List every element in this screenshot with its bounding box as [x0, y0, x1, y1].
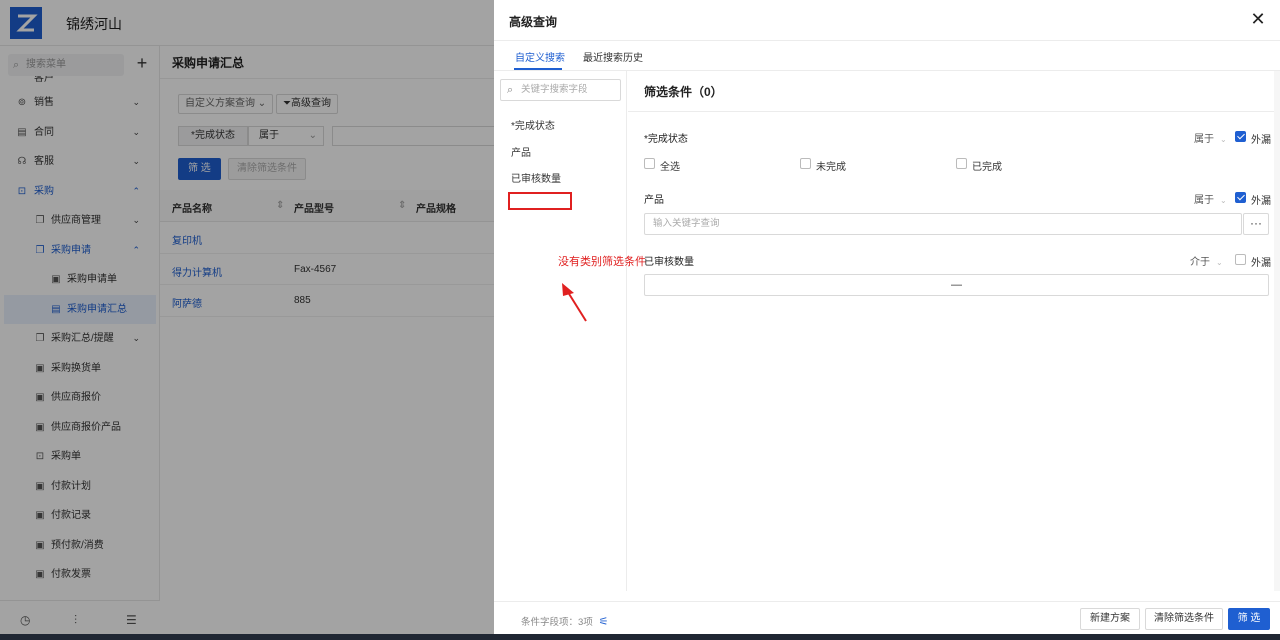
divider [628, 111, 1274, 112]
status-incomplete-checkbox[interactable] [800, 158, 811, 169]
product-omit-label: 外漏 [1251, 196, 1271, 207]
status-option-label: 未完成 [816, 162, 846, 173]
new-plan-button[interactable]: 新建方案 [1080, 608, 1140, 630]
status-complete-checkbox[interactable] [956, 158, 967, 169]
field-search-input[interactable]: ⌕ 关键字搜索字段 [500, 79, 621, 101]
chevron-down-icon: ⌄ [1216, 258, 1223, 267]
field-item-approved-qty[interactable]: 已审核数量 [511, 170, 561, 185]
chevron-down-icon: ⌄ [1220, 135, 1227, 144]
status-option-label: 已完成 [972, 162, 1002, 173]
conditions-title: 筛选条件（0） [644, 85, 723, 99]
product-more-button[interactable]: ··· [1243, 213, 1269, 235]
qty-omit-checkbox[interactable] [1235, 254, 1246, 265]
field-list-panel: ⌕ 关键字搜索字段 *完成状态 产品 已审核数量 [494, 71, 627, 591]
annotation-highlight-box [508, 192, 572, 210]
conditions-panel: 筛选条件（0） *完成状态 属于 ⌄ 外漏 全选 未完成 已完成 产品 属于 ⌄ 外… [628, 71, 1274, 591]
status-operator-select[interactable]: 属于 ⌄ [1194, 130, 1227, 145]
annotation-arrow-icon [562, 283, 587, 322]
qty-omit-label: 外漏 [1251, 258, 1271, 269]
status-omit-checkbox[interactable] [1235, 131, 1246, 142]
condition-label-product: 产品 [644, 195, 664, 206]
condition-label-approved-qty: 已审核数量 [644, 257, 694, 268]
field-count: 条件字段项：3项 ⚟ [521, 616, 609, 628]
qty-range-input[interactable]: — [644, 274, 1269, 296]
product-omit-checkbox[interactable] [1235, 192, 1246, 203]
close-icon[interactable]: ✕ [1248, 9, 1268, 29]
settings-sliders-icon[interactable]: ⚟ [599, 616, 609, 628]
clear-filter-button[interactable]: 清除筛选条件 [1145, 608, 1223, 630]
search-icon: ⌕ [507, 84, 514, 96]
divider [494, 40, 1280, 41]
field-item-status[interactable]: *完成状态 [511, 117, 555, 132]
tab-custom-search[interactable]: 自定义搜索 [515, 49, 565, 64]
product-keyword-input[interactable]: 输入关键字查询 [644, 213, 1242, 235]
chevron-down-icon: ⌄ [1220, 196, 1227, 205]
os-taskbar [0, 634, 1280, 640]
status-select-all-checkbox[interactable] [644, 158, 655, 169]
status-omit-label: 外漏 [1251, 135, 1271, 146]
qty-operator-select[interactable]: 介于 ⌄ [1190, 253, 1223, 268]
product-operator-select[interactable]: 属于 ⌄ [1194, 191, 1227, 206]
tab-search-history[interactable]: 最近搜索历史 [583, 49, 643, 64]
status-option-label: 全选 [660, 162, 680, 173]
condition-label-status: *完成状态 [644, 134, 688, 145]
field-item-product[interactable]: 产品 [511, 144, 531, 159]
advanced-query-drawer: 高级查询 ✕ 自定义搜索 最近搜索历史 ⌕ 关键字搜索字段 *完成状态 产品 已… [494, 0, 1280, 640]
drawer-title: 高级查询 [509, 15, 558, 29]
scrollbar[interactable] [1274, 71, 1280, 591]
filter-submit-button[interactable]: 筛 选 [1228, 608, 1270, 630]
